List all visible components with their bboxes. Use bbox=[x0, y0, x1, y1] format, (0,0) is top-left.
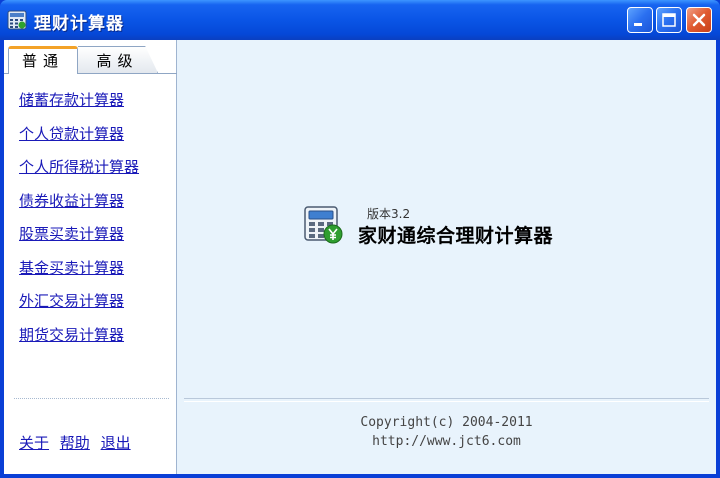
link-fund-calculator[interactable]: 基金买卖计算器 bbox=[19, 258, 169, 292]
version-label: 版本3.2 bbox=[367, 207, 411, 221]
calculator-icon bbox=[7, 10, 27, 30]
footer-links: 关于 帮助 退出 bbox=[19, 432, 137, 453]
client-area: 普通 高级 储蓄存款计算器 个人贷款计算器 个人所得税计算器 债券收益计算器 股… bbox=[4, 40, 716, 474]
link-stock-calculator[interactable]: 股票买卖计算器 bbox=[19, 224, 169, 258]
sidebar: 普通 高级 储蓄存款计算器 个人贷款计算器 个人所得税计算器 债券收益计算器 股… bbox=[4, 40, 177, 474]
window-title: 理财计算器 bbox=[34, 14, 124, 34]
link-loan-calculator[interactable]: 个人贷款计算器 bbox=[19, 124, 169, 158]
website-url: http://www.jct6.com bbox=[372, 434, 521, 449]
about-link[interactable]: 关于 bbox=[19, 434, 49, 452]
link-income-tax-calculator[interactable]: 个人所得税计算器 bbox=[19, 157, 169, 191]
calculator-list: 储蓄存款计算器 个人贷款计算器 个人所得税计算器 债券收益计算器 股票买卖计算器… bbox=[19, 90, 169, 358]
tab-advanced[interactable]: 高级 bbox=[78, 46, 158, 73]
help-link[interactable]: 帮助 bbox=[60, 434, 90, 452]
link-futures-calculator[interactable]: 期货交易计算器 bbox=[19, 325, 169, 359]
sidebar-divider bbox=[14, 398, 169, 399]
copyright-text: Copyright(c) 2004-2011 bbox=[360, 415, 533, 430]
yuan-calculator-icon bbox=[304, 206, 343, 244]
maximize-icon bbox=[662, 13, 676, 27]
close-icon bbox=[692, 13, 706, 27]
close-button[interactable] bbox=[686, 7, 712, 33]
title-bar[interactable]: 理财计算器 bbox=[0, 0, 720, 40]
link-bond-yield-calculator[interactable]: 债券收益计算器 bbox=[19, 191, 169, 225]
app-window: 理财计算器 普通 高级 储蓄存款计算器 个人贷款计算器 个人所得税计算器 债券收… bbox=[0, 0, 720, 478]
link-forex-calculator[interactable]: 外汇交易计算器 bbox=[19, 291, 169, 325]
product-name: 家财通综合理财计算器 bbox=[358, 225, 554, 247]
tab-strip: 普通 高级 bbox=[4, 46, 177, 74]
main-panel: 版本3.2 家财通综合理财计算器 Copyright(c) 2004-2011 … bbox=[177, 40, 716, 474]
minimize-button[interactable] bbox=[627, 7, 653, 33]
tab-basic[interactable]: 普通 bbox=[8, 46, 78, 74]
copyright-block: Copyright(c) 2004-2011 http://www.jct6.c… bbox=[177, 413, 716, 451]
exit-link[interactable]: 退出 bbox=[101, 434, 131, 452]
main-divider bbox=[184, 398, 709, 402]
link-savings-calculator[interactable]: 储蓄存款计算器 bbox=[19, 90, 169, 124]
minimize-icon bbox=[634, 23, 642, 26]
maximize-button[interactable] bbox=[656, 7, 682, 33]
